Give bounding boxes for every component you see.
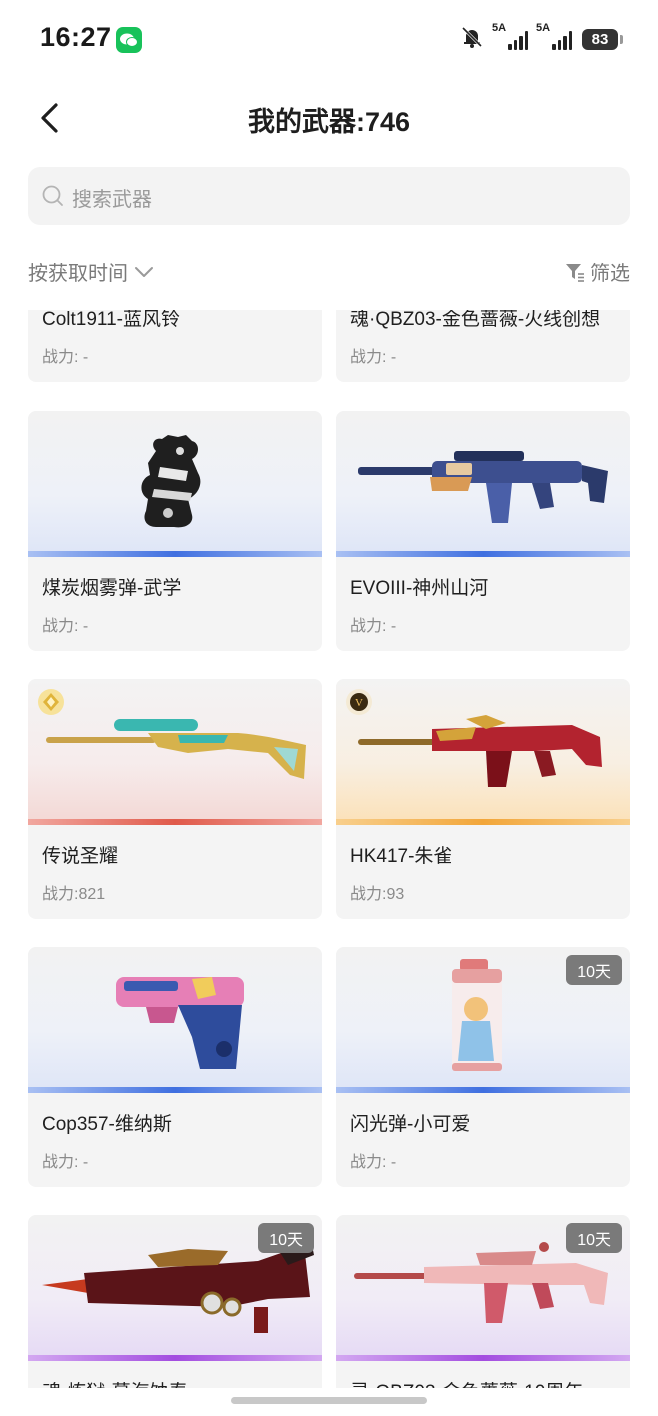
duration-tag: 10天 (566, 955, 622, 985)
weapon-art: 10天 (336, 1215, 630, 1361)
weapon-card[interactable]: 煤炭烟雾弹-武学 战力: - (28, 411, 322, 651)
weapon-name: 闪光弹-小可爱 (350, 1114, 471, 1135)
duration-tag: 10天 (258, 1223, 314, 1253)
smoke-grenade-image (141, 435, 201, 528)
weapon-card[interactable]: 10天 魂·炼狱-暮海蚀春 (28, 1215, 322, 1388)
weapon-art (336, 411, 630, 557)
weapon-name: HK417-朱雀 (350, 846, 453, 867)
weapon-card[interactable]: EVOIII-神州山河 战力: - (336, 411, 630, 651)
weapon-grid[interactable]: Colt1911-蓝风铃 战力: - 魂·QBZ03-金色蔷薇-火线创想 战力:… (0, 310, 658, 1388)
sort-label: 按获取时间 (28, 263, 128, 285)
sniper-rifle-image (46, 719, 306, 779)
battery-icon: 83 (582, 28, 623, 50)
weapon-card[interactable]: V HK417-朱雀 战力:93 (336, 679, 630, 919)
home-indicator[interactable] (231, 1397, 427, 1404)
weapon-art: 10天 (336, 947, 630, 1093)
filter-label: 筛选 (590, 263, 630, 285)
mute-bell-icon (460, 25, 484, 54)
weapon-art: V (336, 679, 630, 825)
filter-icon (566, 263, 584, 282)
sort-dropdown[interactable]: 按获取时间 (28, 257, 154, 286)
weapon-name: 魂·炼狱-暮海蚀春 (42, 1377, 188, 1388)
weapon-name: 传说圣耀 (42, 846, 119, 867)
weapon-power: 战力: - (350, 1154, 397, 1171)
network-type-label: 5A (492, 22, 507, 34)
weapon-name: Colt1911-蓝风铃 (42, 310, 180, 330)
status-bar: 16:27 5A 5A 83 (0, 0, 658, 78)
signal-icon: 5A (492, 22, 528, 50)
duration-tag: 10天 (566, 1223, 622, 1253)
pistol-image (116, 977, 244, 1069)
search-icon (42, 185, 63, 206)
weapon-power: 战力:821 (42, 886, 106, 903)
weapon-card[interactable]: 魂·QBZ03-金色蔷薇-火线创想 战力: - (336, 310, 630, 382)
wechat-icon (116, 27, 142, 53)
weapon-art: 10天 (28, 1215, 322, 1361)
weapon-name: 灵·QBZ03-金色蔷薇-10周年 (350, 1377, 583, 1388)
weapon-power: 战力: - (42, 349, 89, 366)
weapon-power: 战力: - (350, 618, 397, 635)
rifle-image (358, 451, 608, 523)
rifle-image (358, 715, 602, 787)
weapon-art (28, 411, 322, 557)
weapon-name: Cop357-维纳斯 (42, 1114, 172, 1135)
weapon-power: 战力: - (42, 1154, 89, 1171)
weapon-power: 战力: - (350, 349, 397, 366)
chevron-down-icon (135, 266, 153, 277)
weapon-name: 魂·QBZ03-金色蔷薇-火线创想 (350, 310, 601, 330)
weapon-art (28, 947, 322, 1093)
weapon-card[interactable]: Colt1911-蓝风铃 战力: - (28, 310, 322, 382)
page-title: 我的武器:746 (247, 107, 411, 137)
search-input[interactable]: 搜索武器 (28, 167, 630, 225)
weapon-card[interactable]: 10天 灵·QBZ03-金色蔷薇-10周年 (336, 1215, 630, 1388)
weapon-card[interactable]: 10天 闪光弹-小可爱 战力: - (336, 947, 630, 1187)
filter-button[interactable]: 筛选 (564, 257, 630, 286)
search-placeholder: 搜索武器 (72, 189, 152, 211)
weapon-name: 煤炭烟雾弹-武学 (42, 578, 182, 599)
signal-icon: 5A (536, 22, 572, 50)
weapon-name: EVOIII-神州山河 (350, 578, 489, 599)
status-time: 16:27 (40, 22, 112, 52)
weapon-power: 战力: - (42, 618, 89, 635)
network-type-label: 5A (536, 22, 551, 34)
weapon-card[interactable]: Cop357-维纳斯 战力: - (28, 947, 322, 1187)
weapon-card[interactable]: 传说圣耀 战力:821 (28, 679, 322, 919)
weapon-power: 战力:93 (350, 886, 405, 903)
weapon-art (28, 679, 322, 825)
